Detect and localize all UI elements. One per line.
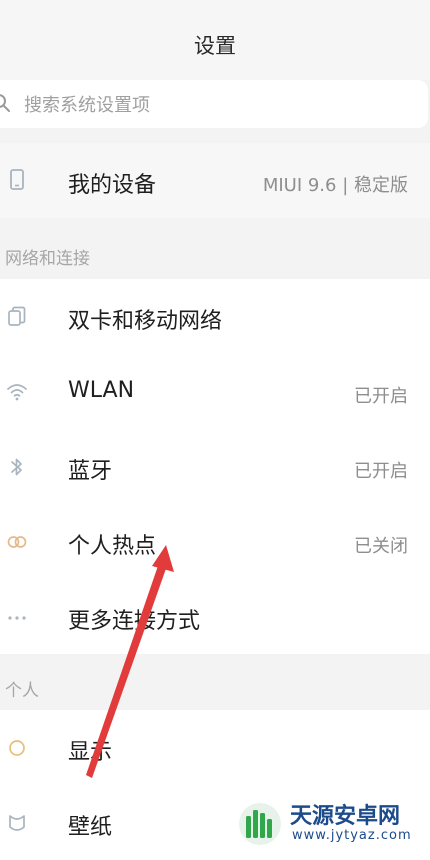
list-item-label: 蓝牙 bbox=[68, 459, 113, 484]
list-item-status: 已开启 bbox=[354, 386, 408, 407]
watermark-logo-icon bbox=[239, 803, 281, 845]
list-item-display[interactable]: 显示 bbox=[0, 710, 430, 785]
page-title: 设置 bbox=[194, 34, 236, 58]
more-icon bbox=[8, 616, 26, 620]
bluetooth-icon bbox=[11, 458, 22, 476]
section-personal-header: 个人 bbox=[5, 681, 39, 701]
watermark: 天源安卓网 www.jytyaz.com bbox=[232, 796, 430, 850]
phone-icon bbox=[10, 169, 24, 190]
search-bar[interactable] bbox=[0, 80, 428, 128]
list-item-label: 个人热点 bbox=[68, 534, 157, 559]
my-device-value: MIUI 9.6 | 稳定版 bbox=[262, 175, 408, 196]
display-icon bbox=[9, 740, 25, 756]
list-item-status: 已关闭 bbox=[354, 536, 408, 557]
search-input[interactable] bbox=[22, 88, 406, 122]
list-item-bluetooth[interactable]: 蓝牙 已开启 bbox=[0, 429, 430, 504]
watermark-title: 天源安卓网 bbox=[290, 804, 401, 829]
dual-sim-icon bbox=[8, 306, 26, 326]
wifi-icon bbox=[7, 384, 27, 401]
list-item-hotspot[interactable]: 个人热点 已关闭 bbox=[0, 504, 430, 579]
section-network-header: 网络和连接 bbox=[5, 249, 90, 269]
list-item-more-connections[interactable]: 更多连接方式 bbox=[0, 579, 430, 654]
hotspot-icon bbox=[7, 536, 27, 548]
list-item-wlan[interactable]: WLAN 已开启 bbox=[0, 354, 430, 429]
list-item-label: 双卡和移动网络 bbox=[68, 309, 223, 334]
list-item-status: 已开启 bbox=[354, 461, 408, 482]
my-device-row[interactable]: 我的设备 MIUI 9.6 | 稳定版 bbox=[0, 143, 430, 218]
watermark-url: www.jytyaz.com bbox=[292, 828, 412, 843]
list-item-label: 壁纸 bbox=[68, 815, 113, 840]
list-item-dual-sim[interactable]: 双卡和移动网络 bbox=[0, 279, 430, 354]
search-icon bbox=[0, 94, 10, 112]
list-item-label: 更多连接方式 bbox=[68, 609, 201, 634]
my-device-label: 我的设备 bbox=[68, 173, 157, 198]
list-item-label: WLAN bbox=[68, 378, 135, 403]
wallpaper-icon bbox=[9, 815, 25, 831]
title-bar: 设置 bbox=[0, 0, 430, 80]
list-item-label: 显示 bbox=[68, 740, 113, 765]
